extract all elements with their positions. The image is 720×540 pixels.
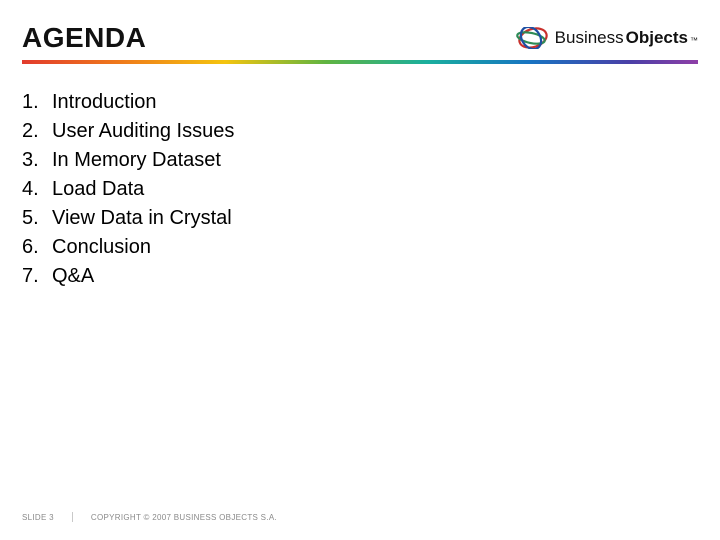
header: AGENDA Business Objects ™ xyxy=(22,22,698,54)
copyright-text: COPYRIGHT © 2007 BUSINESS OBJECTS S.A. xyxy=(91,513,277,522)
list-item: 6. Conclusion xyxy=(22,233,698,262)
footer: SLIDE 3 COPYRIGHT © 2007 BUSINESS OBJECT… xyxy=(22,512,277,522)
slide: AGENDA Business Objects ™ 1. Introductio… xyxy=(0,0,720,540)
list-item: 2. User Auditing Issues xyxy=(22,117,698,146)
list-item: 4. Load Data xyxy=(22,175,698,204)
list-item-number: 4. xyxy=(22,175,52,204)
list-item-text: Conclusion xyxy=(52,233,151,262)
globe-swirl-icon xyxy=(513,27,549,49)
brand-logo: Business Objects ™ xyxy=(513,27,698,49)
agenda-list: 1. Introduction 2. User Auditing Issues … xyxy=(22,88,698,291)
footer-divider xyxy=(72,512,73,522)
list-item-text: Introduction xyxy=(52,88,157,117)
brand-logo-text: Business Objects ™ xyxy=(555,28,698,48)
brand-logo-text-bold: Objects xyxy=(626,28,688,48)
trademark-icon: ™ xyxy=(690,36,698,45)
list-item-number: 6. xyxy=(22,233,52,262)
list-item-text: View Data in Crystal xyxy=(52,204,232,233)
list-item-number: 3. xyxy=(22,146,52,175)
list-item: 3. In Memory Dataset xyxy=(22,146,698,175)
slide-number: SLIDE 3 xyxy=(22,513,54,522)
list-item-number: 1. xyxy=(22,88,52,117)
brand-logo-text-light: Business xyxy=(555,28,624,48)
list-item: 5. View Data in Crystal xyxy=(22,204,698,233)
list-item-number: 5. xyxy=(22,204,52,233)
list-item-text: In Memory Dataset xyxy=(52,146,221,175)
rainbow-divider xyxy=(22,60,698,64)
list-item-number: 2. xyxy=(22,117,52,146)
list-item-number: 7. xyxy=(22,262,52,291)
page-title: AGENDA xyxy=(22,22,146,54)
list-item-text: User Auditing Issues xyxy=(52,117,234,146)
list-item-text: Q&A xyxy=(52,262,94,291)
list-item: 7. Q&A xyxy=(22,262,698,291)
list-item-text: Load Data xyxy=(52,175,144,204)
list-item: 1. Introduction xyxy=(22,88,698,117)
